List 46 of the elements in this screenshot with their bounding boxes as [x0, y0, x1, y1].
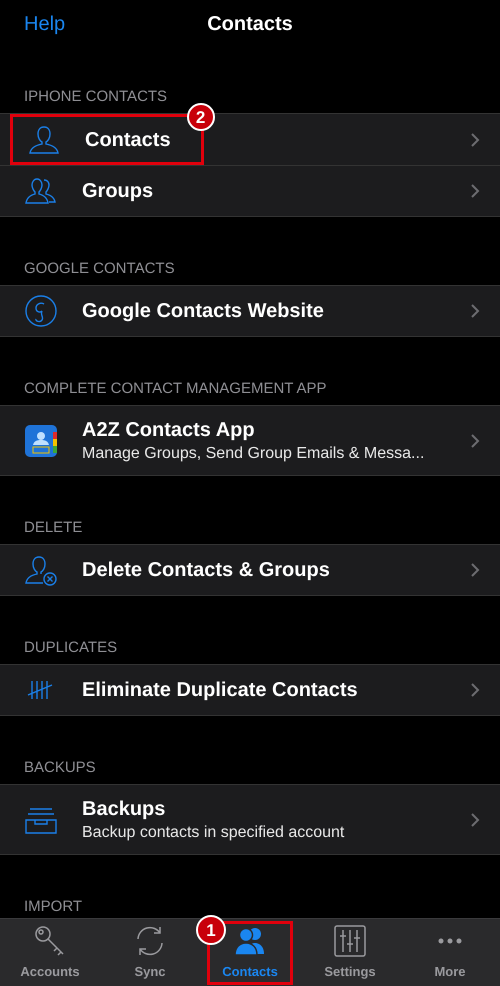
tab-label: Sync [134, 962, 166, 981]
chevron-icon [470, 132, 480, 148]
more-icon [438, 938, 462, 944]
chevron-icon [470, 812, 480, 828]
list-row[interactable]: Groups [0, 165, 500, 217]
tab-label: Accounts [20, 962, 80, 981]
chevron-icon [470, 432, 480, 448]
chevron-icon [470, 682, 480, 698]
row-title: Google Contacts Website [82, 299, 324, 324]
step-badge: 2 [186, 103, 215, 131]
row-subtitle: Backup contacts in specified account [82, 822, 344, 842]
list-row[interactable]: Delete Contacts & Groups [0, 544, 500, 596]
row-title: Eliminate Duplicate Contacts [82, 678, 358, 703]
page-title: Contacts [207, 12, 293, 37]
sliders-icon [333, 924, 367, 958]
tab[interactable]: More [407, 920, 493, 984]
tab-label: Settings [324, 962, 376, 981]
step-badge: 1 [196, 915, 226, 945]
section-header: GOOGLE CONTACTS [24, 261, 176, 277]
row-title: Groups [82, 179, 154, 204]
tab-label: More [434, 962, 466, 981]
row-title: Contacts [85, 128, 171, 152]
app-logo-icon [24, 424, 58, 458]
section-header: DELETE [24, 520, 84, 536]
list-row[interactable]: A2Z Contacts App Manage Groups, Send Group Emails & Messa... [0, 405, 500, 476]
google-circle-icon [24, 294, 58, 328]
tab-label: Contacts [222, 962, 278, 981]
list-row[interactable]: Google Contacts Website [0, 285, 500, 337]
section-header: IMPORT [24, 899, 84, 915]
row-title: Backups [82, 796, 166, 822]
row-title: A2Z Contacts App [82, 418, 256, 442]
help-link[interactable]: Help [24, 9, 66, 39]
list-row[interactable]: Eliminate Duplicate Contacts [0, 664, 500, 716]
section-header: IPHONE CONTACTS [24, 89, 168, 105]
tab[interactable]: Accounts [7, 920, 93, 984]
tab[interactable]: Sync [107, 920, 193, 984]
list-row[interactable]: Backups Backup contacts in specified account [0, 784, 500, 855]
section-header: BACKUPS [24, 760, 97, 776]
row-title: Delete Contacts & Groups [82, 558, 330, 583]
chevron-icon [470, 303, 480, 319]
section-header: COMPLETE CONTACT MANAGEMENT APP [24, 381, 328, 397]
chevron-icon [470, 183, 480, 199]
chevron-icon [470, 562, 480, 578]
section-header: DUPLICATES [24, 640, 118, 656]
tab[interactable]: Settings [307, 920, 393, 984]
row-subtitle: Manage Groups, Send Group Emails & Messa... [82, 444, 424, 464]
